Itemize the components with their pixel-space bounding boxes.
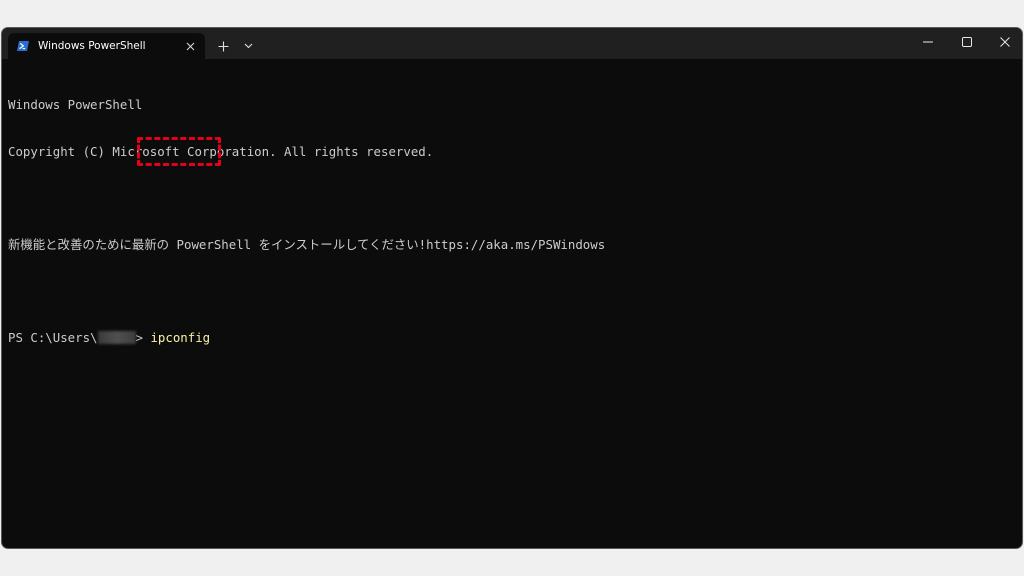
minimize-icon — [923, 41, 933, 43]
prompt-suffix: > — [135, 329, 151, 345]
plus-icon — [218, 41, 228, 51]
profile-dropdown-button[interactable] — [238, 37, 258, 55]
title-bar[interactable]: Windows PowerShell — [2, 28, 1022, 59]
maximize-icon — [962, 37, 972, 47]
close-window-button[interactable] — [986, 28, 1022, 56]
new-tab-button[interactable] — [213, 37, 233, 55]
prompt-prefix: PS C:\Users\ — [8, 329, 98, 345]
tab-close-button[interactable] — [181, 37, 199, 55]
tab-windows-powershell[interactable]: Windows PowerShell — [8, 33, 205, 59]
powershell-icon — [17, 40, 29, 52]
terminal-line: 新機能と改善のために最新の PowerShell をインストールしてください!h… — [8, 236, 606, 252]
minimize-button[interactable] — [909, 28, 947, 56]
redacted-username — [97, 330, 136, 344]
maximize-button[interactable] — [948, 28, 986, 56]
prompt-line[interactable]: PS C:\Users\ > ipconfig — [8, 330, 1016, 346]
terminal-line: Windows PowerShell — [8, 97, 143, 112]
chevron-down-icon — [244, 43, 252, 49]
command-highlight-box — [137, 137, 221, 166]
scrollbar[interactable] — [1016, 62, 1020, 542]
close-icon — [1000, 37, 1010, 47]
tab-title: Windows PowerShell — [38, 40, 146, 52]
command-text[interactable]: ipconfig — [150, 330, 210, 345]
close-icon — [186, 42, 194, 50]
terminal-window: Windows PowerShell Windows PowerShell Co… — [1, 27, 1023, 549]
